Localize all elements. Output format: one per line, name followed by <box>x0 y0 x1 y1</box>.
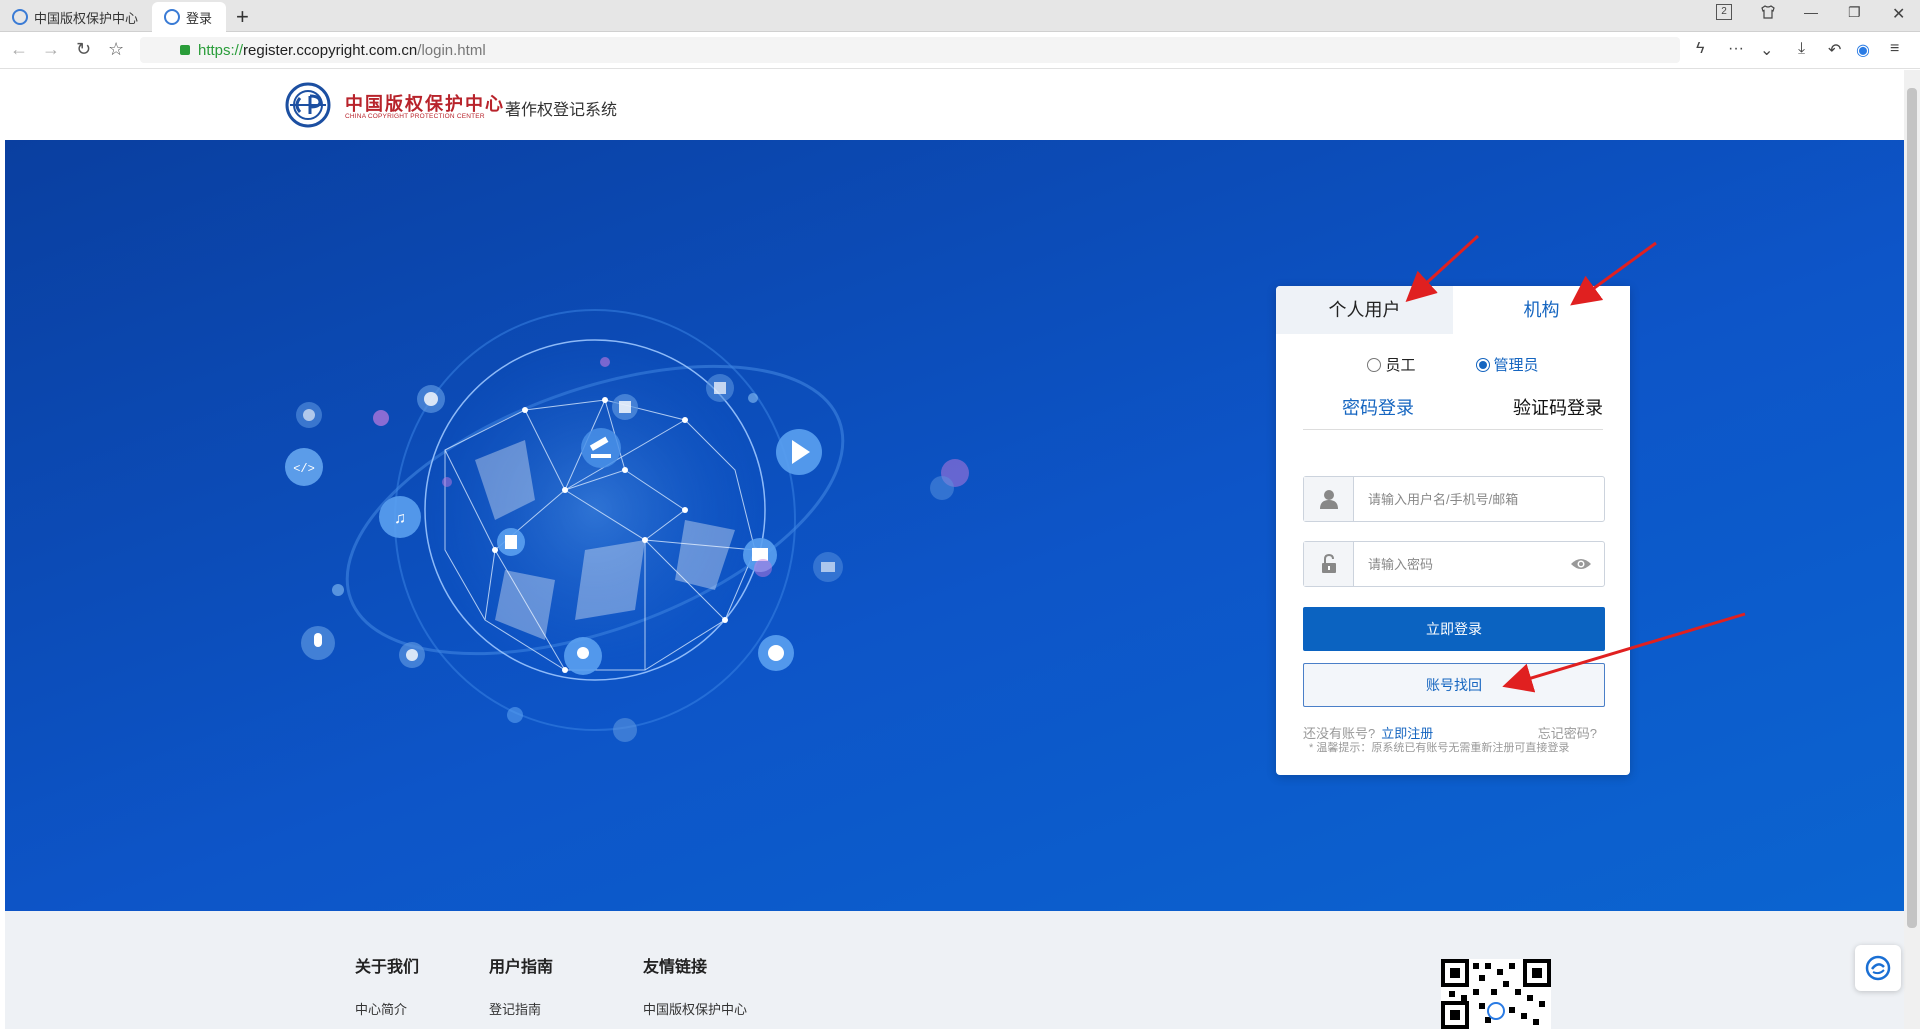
restore-icon[interactable]: ❐ <box>1848 4 1861 21</box>
browser-logo-icon[interactable]: ◉ <box>1856 40 1870 60</box>
close-icon[interactable]: ✕ <box>1892 4 1905 24</box>
site-favicon-icon <box>164 9 180 25</box>
floating-assistant-icon[interactable] <box>1855 945 1901 991</box>
footer-col-guide: 用户指南 登记指南 <box>489 953 553 1018</box>
system-name: 著作权登记系统 <box>505 102 618 119</box>
globe-illustration: ♫ </> <box>285 309 969 742</box>
eye-icon[interactable] <box>1570 557 1592 571</box>
tab-title: 中国版权保护中心 <box>34 10 139 26</box>
minimize-icon[interactable]: — <box>1804 4 1818 20</box>
radio-employee[interactable] <box>1367 358 1382 372</box>
password-input[interactable] <box>1354 544 1570 584</box>
site-header: 中国版权保护中心 CHINA COPYRIGHT PROTECTION CENT… <box>5 70 1904 140</box>
tab-title: 登录 <box>186 10 213 26</box>
tab-personal-user[interactable]: 个人用户 <box>1276 286 1453 334</box>
qr-code-icon <box>1441 959 1551 1029</box>
tab-strip: 中国版权保护中心 登录 + 2 — ❐ ✕ <box>0 0 1920 32</box>
footer-link[interactable]: 中心简介 <box>355 999 419 1018</box>
new-tab-icon[interactable]: + <box>236 4 249 30</box>
browser-tab-home[interactable]: 中国版权保护中心 <box>0 2 150 32</box>
username-input[interactable] <box>1354 479 1604 519</box>
login-mode-tabs: 密码登录 验证码登录 <box>1303 394 1603 430</box>
favorites-star-icon[interactable]: ☆ <box>108 39 124 60</box>
chevron-down-icon[interactable]: ⌄ <box>1760 40 1773 60</box>
role-employee-option[interactable]: 员工 <box>1367 354 1416 375</box>
footer-heading: 友情链接 <box>643 959 708 976</box>
scrollbar-thumb[interactable] <box>1907 88 1917 928</box>
lightning-icon[interactable]: ϟ <box>1696 40 1704 58</box>
footer-link[interactable]: 中国版权保护中心 <box>643 999 747 1018</box>
footer-col-about: 关于我们 中心简介 <box>355 953 419 1018</box>
login-button[interactable]: 立即登录 <box>1303 607 1605 651</box>
footer-heading: 用户指南 <box>489 959 554 976</box>
user-type-tabs: 个人用户 机构 <box>1276 286 1630 334</box>
footer-heading: 关于我们 <box>355 959 420 976</box>
role-selector: 员工 管理员 <box>1276 354 1630 375</box>
forward-icon[interactable]: → <box>42 39 60 60</box>
shirt-icon[interactable] <box>1760 4 1776 23</box>
more-icon[interactable]: ··· <box>1728 40 1744 58</box>
browser-tab-login[interactable]: 登录 <box>152 2 226 32</box>
ccpc-logo-icon[interactable] <box>280 82 336 128</box>
address-bar[interactable]: https:// register.ccopyright.com.cn /log… <box>140 37 1680 63</box>
lock-icon <box>1304 542 1354 586</box>
svg-text:</>: </> <box>293 462 315 476</box>
menu-icon[interactable]: ≡ <box>1890 40 1899 58</box>
reload-icon[interactable]: ↻ <box>76 39 91 60</box>
account-recover-button[interactable]: 账号找回 <box>1303 663 1605 707</box>
navigation-bar: ← → ↻ ☆ https:// register.ccopyright.com… <box>0 33 1920 69</box>
site-footer: 关于我们 中心简介 用户指南 登记指南 友情链接 中国版权保护中心 <box>5 911 1904 1029</box>
role-employee-label: 员工 <box>1385 357 1416 374</box>
tab-password-login[interactable]: 密码登录 <box>1342 394 1414 429</box>
radio-admin[interactable] <box>1475 358 1490 372</box>
password-field <box>1303 541 1605 587</box>
page-scrollbar[interactable] <box>1904 70 1920 1029</box>
url-protocol: https:// <box>198 41 244 59</box>
undo-icon[interactable]: ↶ <box>1828 40 1841 60</box>
lock-icon <box>180 45 190 55</box>
footer-col-links: 友情链接 中国版权保护中心 <box>643 953 747 1018</box>
role-admin-option[interactable]: 管理员 <box>1475 354 1539 375</box>
login-panel: 个人用户 机构 员工 管理员 密码登录 验证码登录 请输入用户名/手机号/邮箱 … <box>1276 286 1630 775</box>
svg-text:♫: ♫ <box>394 510 406 527</box>
back-icon[interactable]: ← <box>10 39 28 60</box>
download-icon[interactable]: ⤓ <box>1798 40 1805 58</box>
user-icon <box>1304 477 1354 521</box>
role-admin-label: 管理员 <box>1493 357 1539 374</box>
site-favicon-icon <box>12 9 28 25</box>
browser-window: 中国版权保护中心 登录 + 2 — ❐ ✕ ← → ↻ ☆ https:// r… <box>0 0 1920 1029</box>
footer-link[interactable]: 登记指南 <box>489 999 553 1018</box>
url-host: register.ccopyright.com.cn <box>243 41 418 59</box>
login-hint: * 温馨提示：原系统已有账号无需重新注册可直接登录 <box>1309 742 1570 754</box>
username-field <box>1303 476 1605 522</box>
tab-organization[interactable]: 机构 <box>1453 286 1630 334</box>
tab-code-login[interactable]: 验证码登录 <box>1513 394 1603 429</box>
tab-count-badge[interactable]: 2 <box>1716 4 1732 20</box>
url-path: /login.html <box>417 41 486 59</box>
logo-english-text: CHINA COPYRIGHT PROTECTION CENTER <box>345 113 485 120</box>
